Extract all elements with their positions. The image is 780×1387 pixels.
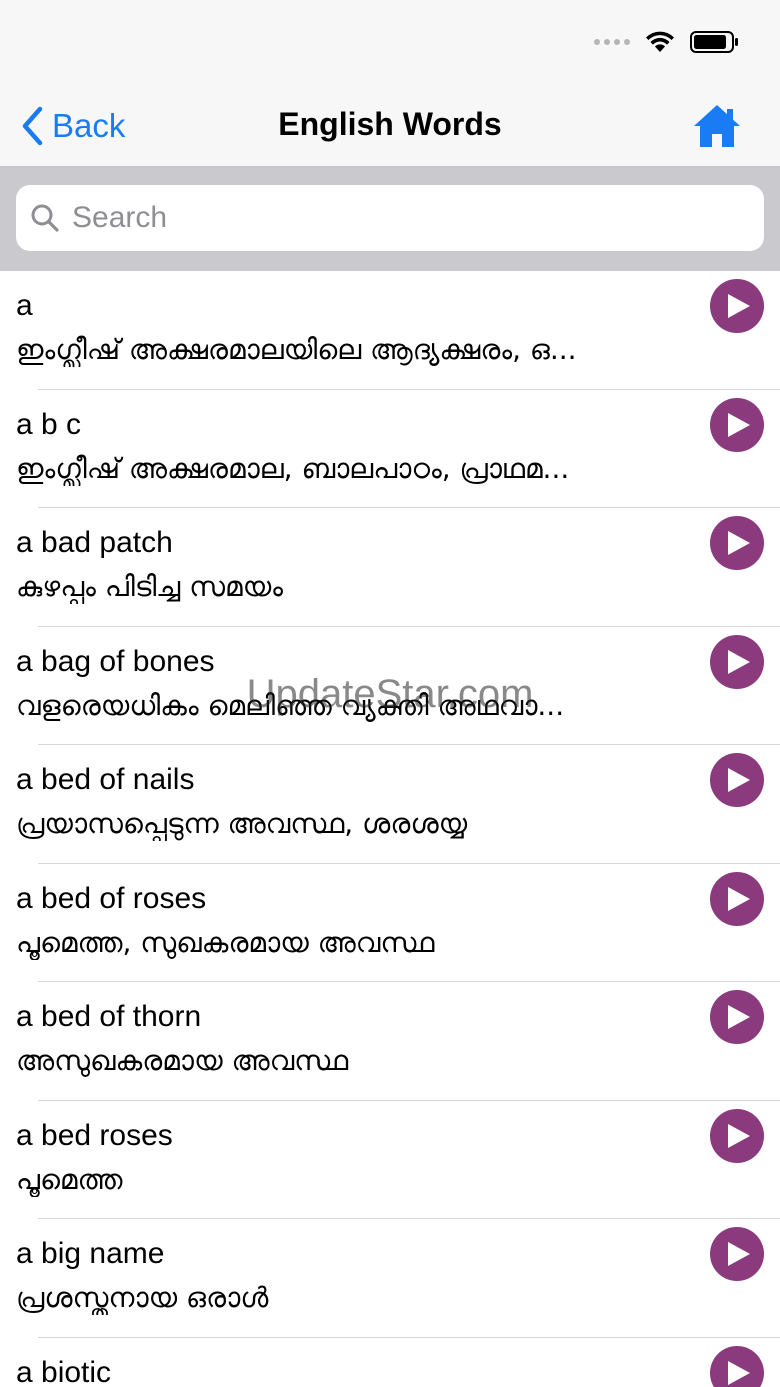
play-icon xyxy=(728,412,750,437)
search-bar xyxy=(0,167,780,271)
play-button[interactable] xyxy=(710,1345,764,1387)
english-word: a bed roses xyxy=(16,1118,173,1152)
play-button[interactable] xyxy=(710,397,764,452)
play-button[interactable] xyxy=(710,990,764,1044)
play-button[interactable] xyxy=(710,516,764,570)
home-button[interactable] xyxy=(692,102,742,150)
chevron-left-icon xyxy=(22,106,43,146)
navigation-bar: Back English Words xyxy=(0,88,780,167)
play-icon xyxy=(728,531,750,555)
list-item[interactable]: a b c ഇംഗ്ലീഷ് അക്ഷരമാല, ബാലപാഠം, പ്രാഥമ… xyxy=(0,390,780,509)
english-word: a bed of nails xyxy=(16,763,195,796)
english-word: a big name xyxy=(16,1237,165,1270)
malayalam-meaning: പൂമെത്ത xyxy=(16,1162,123,1196)
english-word: a bag of bones xyxy=(16,644,215,678)
play-button[interactable] xyxy=(710,1108,764,1163)
list-item[interactable]: a biotic xyxy=(0,1338,780,1387)
malayalam-meaning: പ്രയാസപ്പെടുന്ന അവസ്ഥ, ശരശയ്യ xyxy=(16,807,468,840)
play-button[interactable] xyxy=(710,753,764,807)
play-icon xyxy=(728,886,750,911)
malayalam-meaning: ഇംഗ്ലീഷ് അക്ഷരമാല, ബാലപാഠം, പ്രാഥമ... xyxy=(16,451,570,485)
list-item[interactable]: a bed of roses പൂമെത്ത, സുഖകരമായ അവസ്ഥ xyxy=(0,864,780,983)
list-item[interactable]: a ഇംഗ്ലീഷ് അക്ഷരമാലയിലെ ആദ്യക്ഷരം, ഒ... xyxy=(0,271,780,390)
status-icons xyxy=(594,30,740,54)
wifi-icon xyxy=(646,31,674,52)
battery-icon xyxy=(690,31,738,53)
english-word: a bad patch xyxy=(16,526,173,559)
english-word: a biotic xyxy=(16,1355,112,1387)
english-word: a xyxy=(16,289,33,322)
back-button[interactable]: Back xyxy=(20,102,125,150)
search-box[interactable] xyxy=(16,185,764,251)
word-list: a ഇംഗ്ലീഷ് അക്ഷരമാലയിലെ ആദ്യക്ഷരം, ഒ... … xyxy=(0,271,780,1387)
play-icon xyxy=(728,649,750,674)
status-bar xyxy=(0,0,780,88)
play-button[interactable] xyxy=(710,871,764,926)
list-item[interactable]: a bad patch കുഴപ്പം പിടിച്ച സമയം xyxy=(0,508,780,627)
malayalam-meaning: പൂമെത്ത, സുഖകരമായ അവസ്ഥ xyxy=(16,925,435,959)
play-button[interactable] xyxy=(710,1227,764,1281)
home-icon xyxy=(694,105,740,147)
play-button[interactable] xyxy=(710,634,764,689)
english-word: a b c xyxy=(16,407,82,441)
play-icon xyxy=(728,1123,750,1148)
malayalam-meaning: കുഴപ്പം പിടിച്ച സമയം xyxy=(16,570,283,603)
search-icon xyxy=(31,204,59,232)
malayalam-meaning: പ്രശസ്തനായ ഒരാൾ xyxy=(16,1281,269,1314)
list-item[interactable]: a big name പ്രശസ്തനായ ഒരാൾ xyxy=(0,1219,780,1338)
list-item[interactable]: a bed of nails പ്രയാസപ്പെടുന്ന അവസ്ഥ, ശര… xyxy=(0,745,780,864)
cellular-signal-icon xyxy=(594,39,630,45)
play-icon xyxy=(728,294,750,318)
play-icon xyxy=(728,1242,750,1266)
english-word: a bed of thorn xyxy=(16,1000,202,1033)
play-button[interactable] xyxy=(710,279,764,333)
play-icon xyxy=(728,1005,750,1029)
malayalam-meaning: ഇംഗ്ലീഷ് അക്ഷരമാലയിലെ ആദ്യക്ഷരം, ഒ... xyxy=(16,333,577,366)
english-word: a bed of roses xyxy=(16,881,207,915)
play-icon xyxy=(728,1360,750,1385)
list-item[interactable]: a bag of bones വളരെയധികം മെലിഞ്ഞ വ്യക്തി… xyxy=(0,627,780,746)
list-item[interactable]: a bed roses പൂമെത്ത xyxy=(0,1101,780,1220)
malayalam-meaning: അസുഖകരമായ അവസ്ഥ xyxy=(16,1044,349,1077)
search-input[interactable] xyxy=(72,201,712,235)
malayalam-meaning: വളരെയധികം മെലിഞ്ഞ വ്യക്തി അഥവാ... xyxy=(16,688,565,722)
list-item[interactable]: a bed of thorn അസുഖകരമായ അവസ്ഥ xyxy=(0,982,780,1101)
back-label: Back xyxy=(52,107,126,144)
play-icon xyxy=(728,768,750,792)
